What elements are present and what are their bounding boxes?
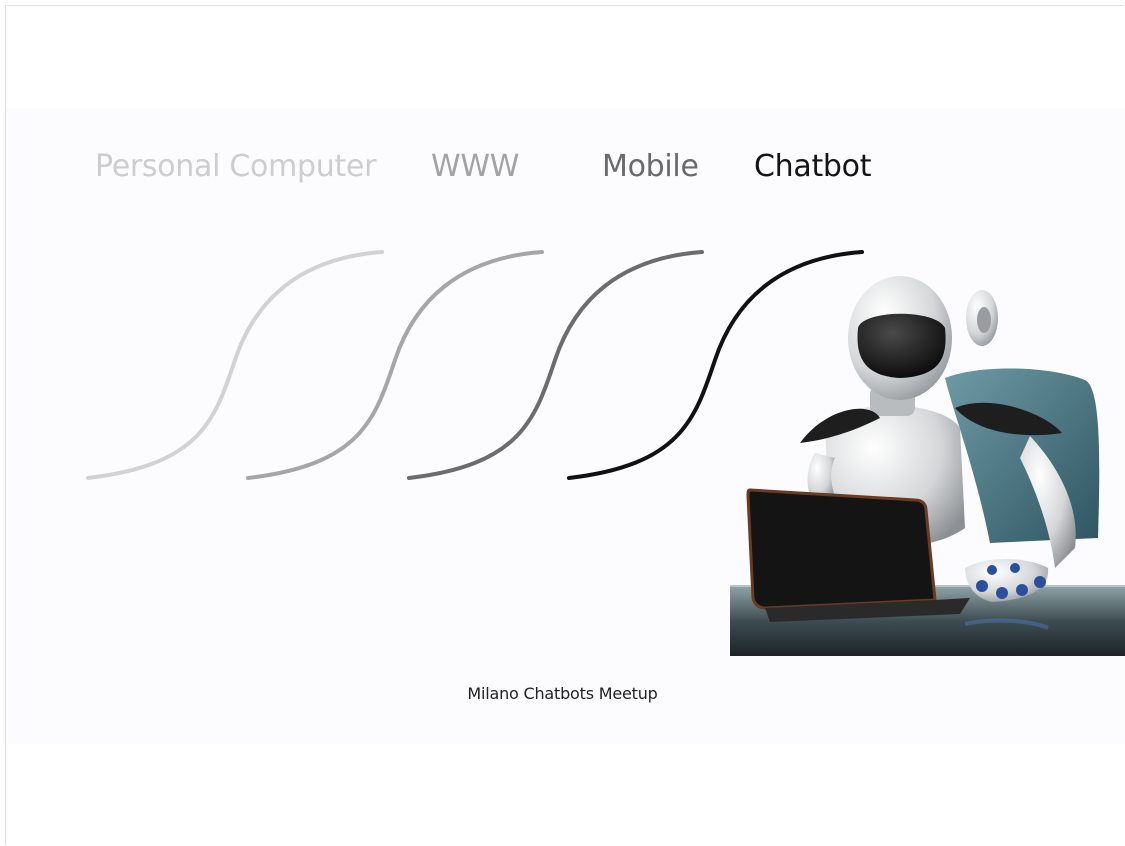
- s-curve-personal-computer: [86, 250, 384, 480]
- footer-meetup-name: Milano Chatbots Meetup: [467, 684, 658, 703]
- s-curve-www: [246, 250, 544, 480]
- s-curve-mobile: [407, 250, 704, 480]
- robot-at-laptop-illustration: [730, 276, 1125, 656]
